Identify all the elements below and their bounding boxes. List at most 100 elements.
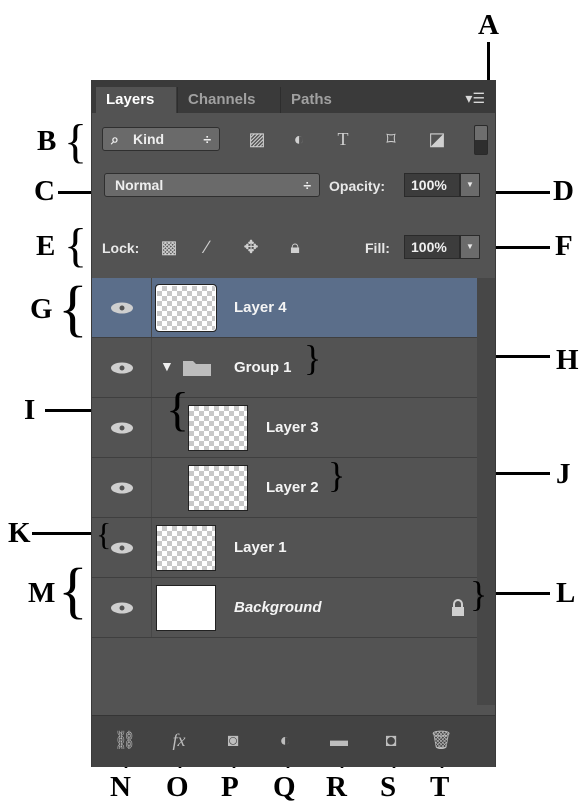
fill-field[interactable]: 100% xyxy=(404,235,460,259)
kind-arrows-icon: ÷ xyxy=(203,131,211,147)
layer-row-background[interactable]: Background xyxy=(92,578,477,638)
lock-label: Lock: xyxy=(102,240,140,256)
new-layer-icon[interactable]: ◘ xyxy=(376,728,406,752)
adjustment-filter-icon[interactable]: ◐ xyxy=(288,129,310,149)
eye-icon xyxy=(111,302,133,314)
kind-label: Kind xyxy=(133,131,165,147)
new-adjustment-layer-icon[interactable]: ◐ xyxy=(270,728,300,752)
search-icon: ⌕ xyxy=(111,131,119,147)
lock-transparent-pixels-icon[interactable]: ▩ xyxy=(158,237,180,257)
callout-b: B xyxy=(37,125,57,157)
folder-icon xyxy=(183,361,211,376)
layer-name: Layer 1 xyxy=(234,539,287,556)
visibility-toggle[interactable] xyxy=(92,578,152,637)
layer-row-layer-4[interactable]: Layer 4 xyxy=(92,278,477,338)
blend-mode-value: Normal xyxy=(115,177,164,193)
fill-label: Fill: xyxy=(365,240,390,256)
eye-icon xyxy=(111,482,133,494)
callout-f: F xyxy=(555,230,573,262)
visibility-toggle[interactable] xyxy=(92,278,152,337)
callout-l: L xyxy=(556,577,576,609)
layer-name: Layer 3 xyxy=(266,419,319,436)
callout-b-brace: { xyxy=(64,115,88,168)
callout-q: Q xyxy=(273,771,296,803)
link-layers-icon[interactable]: ⛓︎ xyxy=(110,728,140,752)
layer-row-layer-1[interactable]: Layer 1 xyxy=(92,518,477,578)
tab-paths[interactable]: Paths xyxy=(280,87,360,113)
image-filter-icon[interactable]: ▨ xyxy=(246,129,268,149)
callout-m-brace: { xyxy=(58,557,88,625)
visibility-toggle[interactable] xyxy=(92,398,152,457)
tab-channels[interactable]: Channels xyxy=(177,87,279,113)
eye-icon xyxy=(111,602,133,614)
layers-list: Layer 4 ▼ Group 1 Layer 3 Layer 2 Layer … xyxy=(92,278,477,638)
layer-name: Background xyxy=(234,599,322,616)
lock-image-pixels-icon[interactable]: ∕ xyxy=(196,237,218,257)
layers-scrollbar[interactable] xyxy=(477,278,495,705)
callout-f-line xyxy=(492,246,550,249)
callout-i-brace: { xyxy=(166,383,190,436)
eye-icon xyxy=(111,362,133,374)
new-group-icon[interactable]: ▬ xyxy=(324,728,354,752)
layer-thumbnail xyxy=(188,465,248,511)
filter-row: ⌕ Kind ÷ ▨ ◐ T ⌑ ◪ xyxy=(92,121,495,157)
layer-name: Layer 4 xyxy=(234,299,287,316)
opacity-dropdown-button[interactable]: ▼ xyxy=(460,173,480,197)
callout-p: P xyxy=(221,771,239,803)
type-filter-icon[interactable]: T xyxy=(332,129,354,149)
callout-g-brace: { xyxy=(58,275,88,343)
layer-row-group-1[interactable]: ▼ Group 1 xyxy=(92,338,477,398)
lock-row: Lock: ▩ ∕ ✥ 🔒︎ Fill: 100% ▼ xyxy=(92,229,495,265)
callout-i: I xyxy=(24,394,36,426)
filter-toggle-icon[interactable] xyxy=(474,125,488,155)
blend-row: Normal ÷ Opacity: 100% ▼ xyxy=(92,167,495,203)
callout-h-brace: } xyxy=(304,338,322,378)
blend-mode-arrows-icon: ÷ xyxy=(303,177,311,193)
add-mask-icon[interactable]: ◙ xyxy=(218,728,248,752)
blend-mode-select[interactable]: Normal ÷ xyxy=(104,173,320,197)
opacity-label: Opacity: xyxy=(329,178,386,194)
callout-l-brace: } xyxy=(470,574,488,614)
opacity-field[interactable]: 100% xyxy=(404,173,460,197)
callout-d-line xyxy=(492,191,550,194)
lock-position-icon[interactable]: ✥ xyxy=(240,237,262,257)
eye-icon xyxy=(111,542,133,554)
smart-object-filter-icon[interactable]: ◪ xyxy=(426,129,448,149)
panel-footer: ⛓︎ fx ◙ ◐ ▬ ◘ 🗑︎ xyxy=(92,715,495,767)
panel-tab-bar: Layers Channels Paths ▾☰ xyxy=(92,81,495,113)
layer-row-layer-2[interactable]: Layer 2 xyxy=(92,458,477,518)
callout-n: N xyxy=(110,771,131,803)
layer-row-layer-3[interactable]: Layer 3 xyxy=(92,398,477,458)
callout-h: H xyxy=(556,344,579,376)
callout-k: K xyxy=(8,517,31,549)
eye-icon xyxy=(111,422,133,434)
callout-k-line xyxy=(32,532,96,535)
callout-a: A xyxy=(478,9,499,41)
lock-all-icon[interactable]: 🔒︎ xyxy=(284,237,306,257)
callout-e-brace: { xyxy=(64,219,88,272)
callout-g: G xyxy=(30,293,53,325)
visibility-toggle[interactable] xyxy=(92,458,152,517)
layer-thumbnail xyxy=(155,284,217,332)
callout-d: D xyxy=(553,175,574,207)
panel-menu-icon[interactable]: ▾☰ xyxy=(465,91,485,105)
callout-j: J xyxy=(556,458,571,490)
expand-triangle-icon[interactable]: ▼ xyxy=(160,358,174,374)
tab-layers[interactable]: Layers xyxy=(96,87,176,113)
layer-name: Group 1 xyxy=(234,359,292,376)
callout-m: M xyxy=(28,577,56,609)
callout-j-brace: } xyxy=(328,455,346,495)
fx-icon[interactable]: fx xyxy=(164,728,194,752)
callout-e: E xyxy=(36,230,56,262)
layer-thumbnail xyxy=(156,585,216,631)
callout-s: S xyxy=(380,771,397,803)
layer-thumbnail xyxy=(156,525,216,571)
kind-filter-select[interactable]: ⌕ Kind ÷ xyxy=(102,127,220,151)
layers-panel: Layers Channels Paths ▾☰ ⌕ Kind ÷ ▨ ◐ T … xyxy=(91,80,496,767)
shape-filter-icon[interactable]: ⌑ xyxy=(380,129,402,149)
callout-t: T xyxy=(430,771,450,803)
fill-dropdown-button[interactable]: ▼ xyxy=(460,235,480,259)
visibility-toggle[interactable] xyxy=(92,338,152,397)
callout-o: O xyxy=(166,771,189,803)
delete-layer-icon[interactable]: 🗑︎ xyxy=(426,728,456,752)
